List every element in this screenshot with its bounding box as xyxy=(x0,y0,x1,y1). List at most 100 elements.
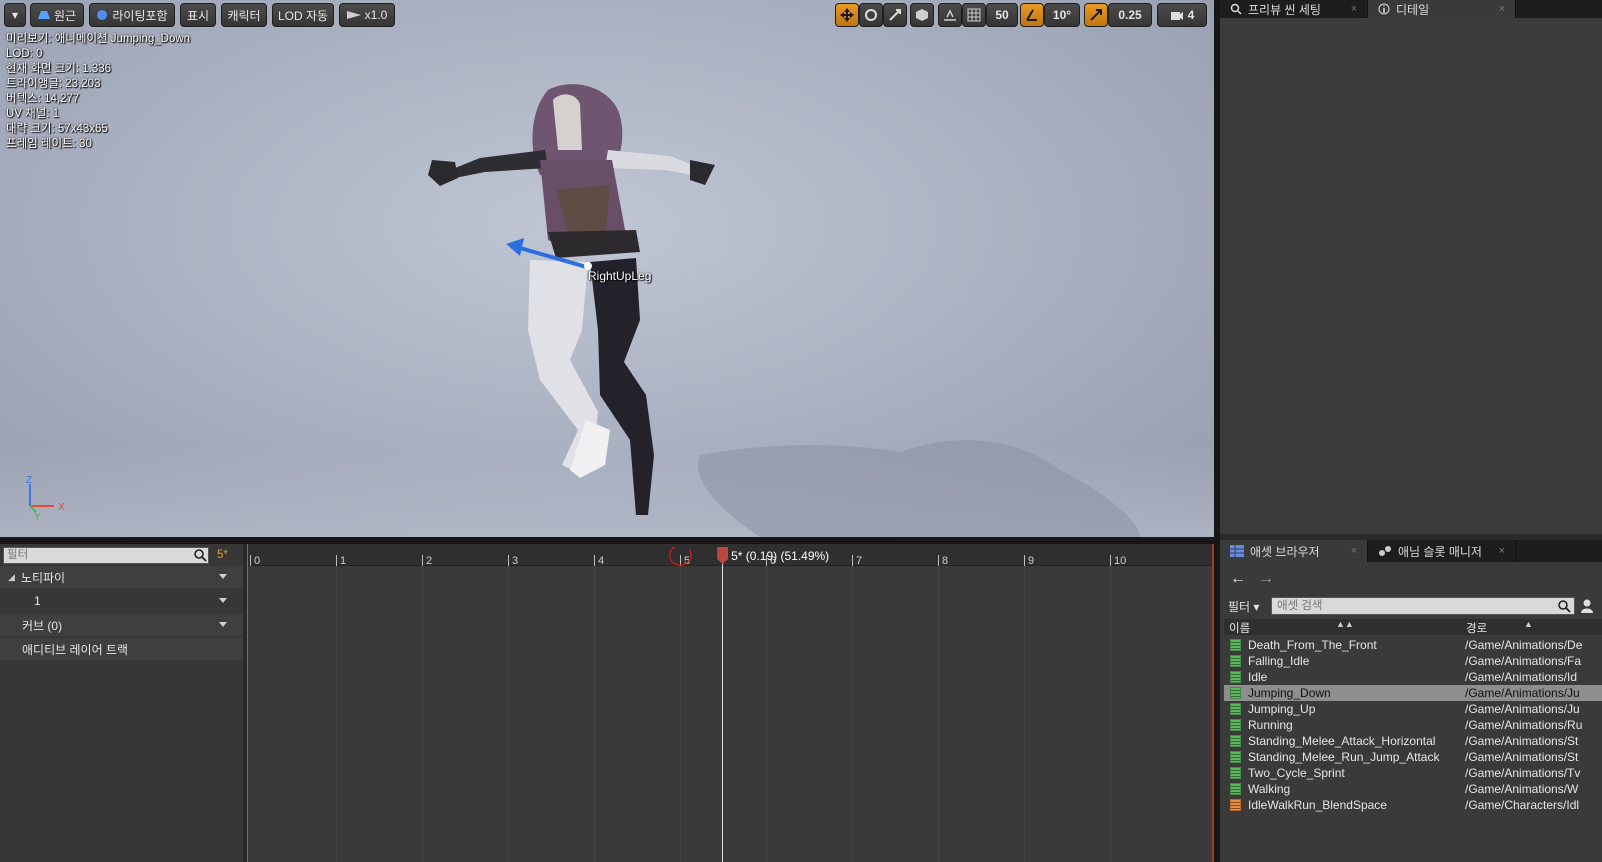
preview-viewport[interactable]: ▾ 원근 라이팅포함 표시 캐릭터 LOD 자동 x1.0 50 10° 0.2… xyxy=(0,0,1214,537)
asset-row[interactable]: IdleWalkRun_BlendSpace/Game/Characters/I… xyxy=(1224,797,1602,813)
show-label: 표시 xyxy=(186,8,210,23)
tab-preview-scene-settings[interactable]: 프리뷰 씬 세팅 × xyxy=(1220,0,1368,18)
asset-path: /Game/Animations/Fa xyxy=(1465,654,1582,668)
axis-z-label: Z xyxy=(26,476,32,486)
asset-search-input[interactable]: 애셋 검색 xyxy=(1271,597,1575,615)
asset-name: Idle xyxy=(1248,670,1268,684)
lighting-button[interactable]: 라이팅포함 xyxy=(89,3,175,27)
track-filter-input[interactable]: 필터 xyxy=(3,547,209,564)
asset-row[interactable]: Standing_Melee_Attack_Horizontal/Game/An… xyxy=(1224,733,1602,749)
user-icon[interactable] xyxy=(1580,598,1594,614)
ruler-tick xyxy=(852,555,853,566)
asset-row[interactable]: Walking/Game/Animations/W xyxy=(1224,781,1602,797)
asset-row[interactable]: Idle/Game/Animations/Id xyxy=(1224,669,1602,685)
animation-icon xyxy=(1230,767,1241,779)
forward-arrow-icon[interactable]: → xyxy=(1258,570,1274,588)
search-icon[interactable] xyxy=(1557,599,1571,613)
asset-name: Standing_Melee_Attack_Horizontal xyxy=(1248,734,1436,748)
lod-label: LOD 자동 xyxy=(277,8,329,23)
dropdown-icon[interactable] xyxy=(219,598,227,603)
grid-icon xyxy=(1230,545,1244,557)
axis-indicator: Z X Y xyxy=(26,476,65,520)
track-notifies[interactable]: ◢ 노티파이 xyxy=(0,566,243,588)
ruler-label: 8 xyxy=(942,555,949,567)
asset-row[interactable]: Two_Cycle_Sprint/Game/Animations/Tv xyxy=(1224,765,1602,781)
viewport-options-button[interactable]: ▾ xyxy=(4,3,26,27)
track-additive-layers[interactable]: 애디티브 레이어 트랙 xyxy=(0,638,243,660)
asset-row[interactable]: Standing_Melee_Run_Jump_Attack/Game/Anim… xyxy=(1224,749,1602,765)
character-button[interactable]: 캐릭터 xyxy=(221,3,267,27)
move-icon xyxy=(840,8,854,22)
tab-label: 디테일 xyxy=(1396,2,1430,17)
world-local-toggle[interactable] xyxy=(910,3,934,27)
timeline-panel[interactable]: 0 1 2 3 4 5 6 7 8 9 10 5* (0.19) (51.49%) xyxy=(247,544,1214,862)
asset-path: /Game/Animations/Ju xyxy=(1465,702,1580,716)
ruler-tick xyxy=(1110,555,1111,566)
rotate-mode-button[interactable] xyxy=(859,3,883,27)
asset-row[interactable]: Running/Game/Animations/Ru xyxy=(1224,717,1602,733)
stat-line: 트라이앵글: 23,203 xyxy=(6,78,101,90)
animation-icon xyxy=(1230,751,1241,763)
tab-details[interactable]: 디테일 × xyxy=(1368,0,1516,18)
back-arrow-icon[interactable]: ← xyxy=(1230,570,1246,588)
rotation-snap-toggle[interactable] xyxy=(1020,3,1044,27)
anim-editor-window: ▾ 원근 라이팅포함 표시 캐릭터 LOD 자동 x1.0 50 10° 0.2… xyxy=(0,0,1602,862)
animation-icon xyxy=(1230,703,1241,715)
character-label: 캐릭터 xyxy=(227,8,261,23)
surface-snap-button[interactable] xyxy=(938,3,962,27)
tab-anim-slot-manager[interactable]: 애님 슬롯 매니저 × xyxy=(1368,540,1516,562)
grid-snap-toggle[interactable] xyxy=(962,3,986,27)
playback-speed-button[interactable]: x1.0 xyxy=(339,3,395,27)
close-icon[interactable]: × xyxy=(1351,545,1357,557)
asset-name: Walking xyxy=(1248,782,1291,796)
viewport-stats: 미리보기: 애니메이션 Jumping_Down LOD: 0 현재 화면 크기: … xyxy=(6,32,190,152)
camera-speed-button[interactable]: 4 xyxy=(1157,3,1207,27)
collapse-arrow-icon[interactable]: ◢ xyxy=(8,572,15,583)
scale-mode-button[interactable] xyxy=(883,3,907,27)
asset-path: /Game/Animations/Tv xyxy=(1465,766,1581,780)
asset-row[interactable]: Jumping_Up/Game/Animations/Ju xyxy=(1224,701,1602,717)
asset-name: Falling_Idle xyxy=(1248,654,1310,668)
track-label: 커브 (0) xyxy=(22,618,63,633)
translate-mode-button[interactable] xyxy=(835,3,859,27)
asset-name: Jumping_Down xyxy=(1248,686,1331,700)
grid-snap-value[interactable]: 50 xyxy=(986,3,1018,27)
history-nav: ← → xyxy=(1230,570,1274,588)
dropdown-icon[interactable] xyxy=(219,622,227,627)
scale-snap-value[interactable]: 0.25 xyxy=(1108,3,1152,27)
scale-icon xyxy=(889,9,901,21)
rotation-snap-value[interactable]: 10° xyxy=(1044,3,1080,27)
grid-line xyxy=(336,566,337,862)
animation-icon xyxy=(1230,671,1241,683)
asset-row[interactable]: Falling_Idle/Game/Animations/Fa xyxy=(1224,653,1602,669)
asset-row[interactable]: Jumping_Down/Game/Animations/Ju xyxy=(1224,685,1602,701)
rotate-icon xyxy=(865,9,877,21)
close-icon[interactable]: × xyxy=(1499,545,1505,557)
filter-dropdown[interactable]: 필터 ▾ xyxy=(1228,598,1259,615)
tab-asset-browser[interactable]: 애셋 브라우저 × xyxy=(1220,540,1368,562)
ruler-label: 4 xyxy=(598,555,605,567)
close-icon[interactable]: × xyxy=(1351,3,1357,15)
camera-speed-label: 4 xyxy=(1187,8,1195,22)
grid-line xyxy=(594,566,595,862)
grid-line xyxy=(1110,566,1111,862)
ruler-tick xyxy=(422,555,423,566)
panel-splitter-horizontal[interactable] xyxy=(0,537,1214,544)
asset-name: Running xyxy=(1248,718,1293,732)
track-notify-1[interactable]: 1 xyxy=(0,590,243,612)
search-icon[interactable] xyxy=(193,548,207,562)
asset-row[interactable]: Death_From_The_Front/Game/Animations/De xyxy=(1224,637,1602,653)
column-header-name[interactable]: 이름 xyxy=(1229,620,1250,636)
close-icon[interactable]: × xyxy=(1499,3,1505,15)
track-curves[interactable]: 커브 (0) xyxy=(0,614,243,636)
show-button[interactable]: 표시 xyxy=(180,3,216,27)
axis-x-label: X xyxy=(58,502,65,513)
asset-path: /Game/Animations/De xyxy=(1465,638,1583,652)
perspective-button[interactable]: 원근 xyxy=(30,3,84,27)
scale-snap-toggle[interactable] xyxy=(1084,3,1108,27)
dropdown-icon[interactable] xyxy=(219,574,227,579)
animation-icon xyxy=(1230,719,1241,731)
column-header-path[interactable]: 경로 xyxy=(1466,620,1487,636)
lod-button[interactable]: LOD 자동 xyxy=(272,3,334,27)
annotation-circle xyxy=(669,546,692,566)
